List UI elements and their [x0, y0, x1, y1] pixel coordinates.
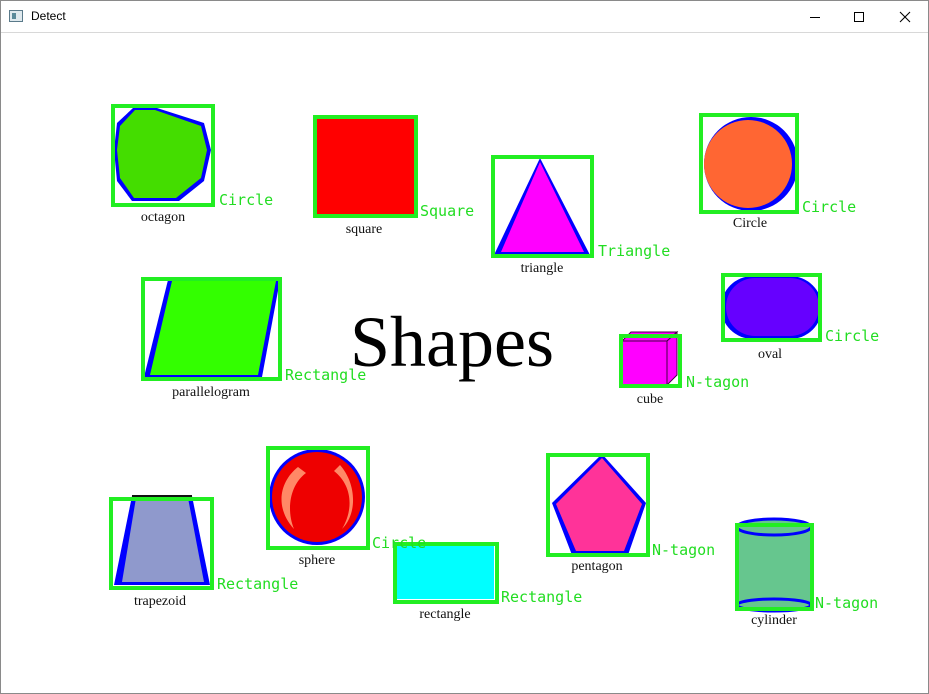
shape-label-trapezoid: trapezoid — [133, 594, 187, 609]
shapes-heading: Shapes — [350, 302, 554, 382]
close-icon — [899, 11, 911, 22]
shape-label-cylinder: cylinder — [751, 613, 797, 628]
detection-label-parallelogram: Rectangle — [285, 366, 367, 384]
app-window-icon — [9, 10, 23, 22]
detection-label-square: Square — [420, 202, 475, 220]
detection-box-parallelogram — [141, 277, 282, 381]
shape-label-cube: cube — [636, 392, 664, 407]
minimize-button[interactable] — [792, 1, 838, 32]
detection-label-sphere: Circle — [372, 534, 427, 552]
detection-box-sphere — [266, 446, 370, 550]
shape-label-sphere: sphere — [298, 553, 336, 568]
detect-window: Detect Shapes octagon square triangle Ci… — [0, 0, 929, 694]
detection-label-circle: Circle — [802, 198, 857, 216]
detection-label-oval: Circle — [825, 327, 880, 345]
minimize-icon — [810, 16, 820, 18]
shape-label-parallelogram: parallelogram — [172, 385, 250, 400]
detection-label-pentagon: N-tagon — [652, 541, 716, 559]
shape-label-pentagon: pentagon — [571, 559, 623, 574]
detection-box-cube — [619, 334, 682, 388]
detection-box-triangle — [491, 155, 594, 258]
detection-box-pentagon — [546, 453, 650, 557]
shape-label-oval: oval — [757, 347, 783, 362]
shape-label-square: square — [345, 222, 383, 237]
shape-label-triangle: triangle — [520, 261, 564, 276]
detection-label-trapezoid: Rectangle — [217, 575, 299, 593]
detection-box-trapezoid — [109, 497, 214, 590]
shape-label-rectangle: rectangle — [419, 607, 471, 622]
title-bar[interactable]: Detect — [1, 1, 928, 33]
shape-label-circle: Circle — [732, 216, 768, 231]
detection-box-oval — [721, 273, 822, 342]
maximize-icon — [854, 11, 864, 22]
shape-label-octagon: octagon — [140, 210, 186, 225]
image-canvas: Shapes octagon square triangle Circle pa… — [4, 33, 926, 691]
detection-label-triangle: Triangle — [598, 242, 671, 260]
detection-label-cylinder: N-tagon — [815, 594, 879, 612]
close-button[interactable] — [882, 1, 928, 32]
detection-box-circle — [699, 113, 799, 214]
detection-box-square — [313, 115, 418, 218]
detection-label-octagon: Circle — [219, 191, 274, 209]
detection-box-octagon — [111, 104, 215, 207]
window-title: Detect — [31, 9, 66, 23]
detection-box-cylinder — [735, 523, 814, 611]
maximize-button[interactable] — [836, 1, 882, 32]
detection-label-cube: N-tagon — [686, 373, 750, 391]
detection-label-rectangle: Rectangle — [501, 588, 583, 606]
